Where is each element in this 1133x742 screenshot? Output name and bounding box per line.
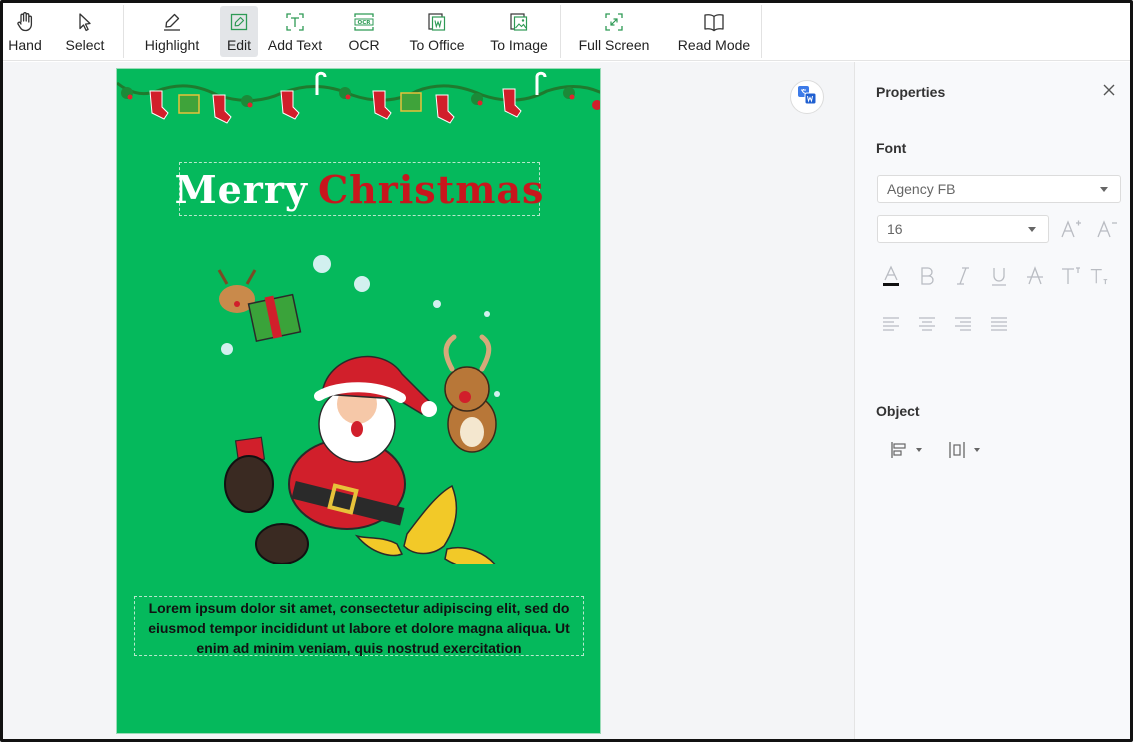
add-text-label: Add Text	[267, 37, 323, 53]
cursor-arrow-icon	[73, 10, 97, 34]
increase-font-size-icon[interactable]	[1053, 217, 1089, 241]
properties-panel: Properties Font Agency FB 16 Object	[854, 62, 1130, 739]
ocr-icon-text: OCR	[358, 20, 372, 26]
distribute-objects-dropdown[interactable]	[947, 440, 1005, 460]
santa-illustration-image[interactable]	[197, 244, 517, 564]
edit-label: Edit	[226, 37, 252, 53]
strikethrough-icon[interactable]	[1017, 264, 1053, 288]
text-align-toolbar	[873, 312, 1017, 336]
reindeer-right-group	[443, 334, 497, 453]
to-image-tool-button[interactable]: To Image	[478, 3, 560, 60]
to-office-label: To Office	[409, 37, 465, 53]
bold-icon[interactable]	[909, 264, 945, 288]
close-icon	[1103, 84, 1115, 96]
santa-group	[224, 355, 437, 564]
hand-icon	[13, 10, 37, 34]
title-word-merry: Merry	[174, 166, 308, 212]
font-family-select[interactable]: Agency FB	[877, 175, 1121, 203]
to-image-label: To Image	[490, 37, 548, 53]
chevron-down-icon	[1028, 227, 1036, 232]
document-canvas[interactable]: Merry Christmas Lorem ipsum dolor sit am…	[3, 62, 854, 739]
read-mode-tool-button[interactable]: Read Mode	[667, 3, 761, 60]
align-justify-icon[interactable]	[981, 312, 1017, 336]
ocr-label: OCR	[348, 37, 380, 53]
gift-box-group	[234, 293, 302, 464]
font-size-value: 16	[887, 221, 903, 237]
add-text-tool-button[interactable]: Add Text	[258, 3, 332, 60]
select-label: Select	[65, 37, 105, 53]
toolbar: Hand Select Highlight Edit Add Text OCR …	[3, 3, 1130, 61]
convert-to-image-icon	[507, 10, 531, 34]
font-size-adjust-group	[1053, 217, 1125, 241]
toolbar-divider	[761, 5, 762, 58]
text-style-toolbar	[873, 264, 1109, 288]
object-tools	[889, 440, 1005, 460]
align-objects-dropdown[interactable]	[889, 440, 947, 460]
align-center-icon[interactable]	[909, 312, 945, 336]
underline-icon[interactable]	[981, 264, 1017, 288]
highlighter-pen-icon	[160, 10, 184, 34]
close-panel-button[interactable]	[1101, 82, 1117, 98]
font-section-label: Font	[876, 140, 907, 156]
subscript-icon[interactable]	[1089, 264, 1109, 288]
font-size-select[interactable]: 16	[877, 215, 1049, 243]
distribute-objects-icon	[949, 442, 965, 458]
edit-tool-button[interactable]: Edit	[220, 6, 258, 57]
add-text-icon	[283, 10, 307, 34]
superscript-icon[interactable]	[1053, 264, 1089, 288]
decrease-font-size-icon[interactable]	[1089, 217, 1125, 241]
full-screen-tool-button[interactable]: Full Screen	[561, 3, 667, 60]
edit-document-icon	[227, 10, 251, 34]
chevron-down-icon	[1100, 187, 1108, 192]
highlight-label: Highlight	[144, 37, 200, 53]
chevron-down-icon	[916, 448, 922, 452]
align-right-icon[interactable]	[945, 312, 981, 336]
christmas-garland-image	[117, 71, 600, 124]
hand-label: Hand	[8, 37, 42, 53]
font-family-value: Agency FB	[887, 181, 956, 197]
align-objects-icon	[891, 442, 906, 458]
font-color-icon[interactable]	[873, 264, 909, 288]
align-left-icon[interactable]	[873, 312, 909, 336]
app-window: Hand Select Highlight Edit Add Text OCR …	[0, 0, 1133, 742]
title-text-box[interactable]: Merry Christmas	[175, 162, 543, 216]
to-office-tool-button[interactable]: To Office	[396, 3, 478, 60]
translate-button[interactable]	[790, 80, 824, 114]
full-screen-icon	[602, 10, 626, 34]
body-text-box[interactable]: Lorem ipsum dolor sit amet, consectetur …	[134, 596, 584, 656]
ocr-icon: OCR	[352, 10, 376, 34]
translate-document-icon	[796, 84, 818, 111]
full-screen-label: Full Screen	[578, 37, 650, 53]
properties-title: Properties	[876, 84, 946, 100]
object-section-label: Object	[876, 403, 920, 419]
highlight-tool-button[interactable]: Highlight	[124, 3, 220, 60]
read-mode-label: Read Mode	[677, 37, 751, 53]
italic-icon[interactable]	[945, 264, 981, 288]
open-book-icon	[702, 10, 726, 34]
document-page[interactable]: Merry Christmas Lorem ipsum dolor sit am…	[116, 68, 601, 734]
ocr-tool-button[interactable]: OCR OCR	[332, 3, 396, 60]
convert-to-office-icon	[425, 10, 449, 34]
chevron-down-icon	[974, 448, 980, 452]
select-tool-button[interactable]: Select	[47, 3, 123, 60]
hand-tool-button[interactable]: Hand	[3, 3, 47, 60]
title-word-christmas: Christmas	[317, 166, 545, 212]
